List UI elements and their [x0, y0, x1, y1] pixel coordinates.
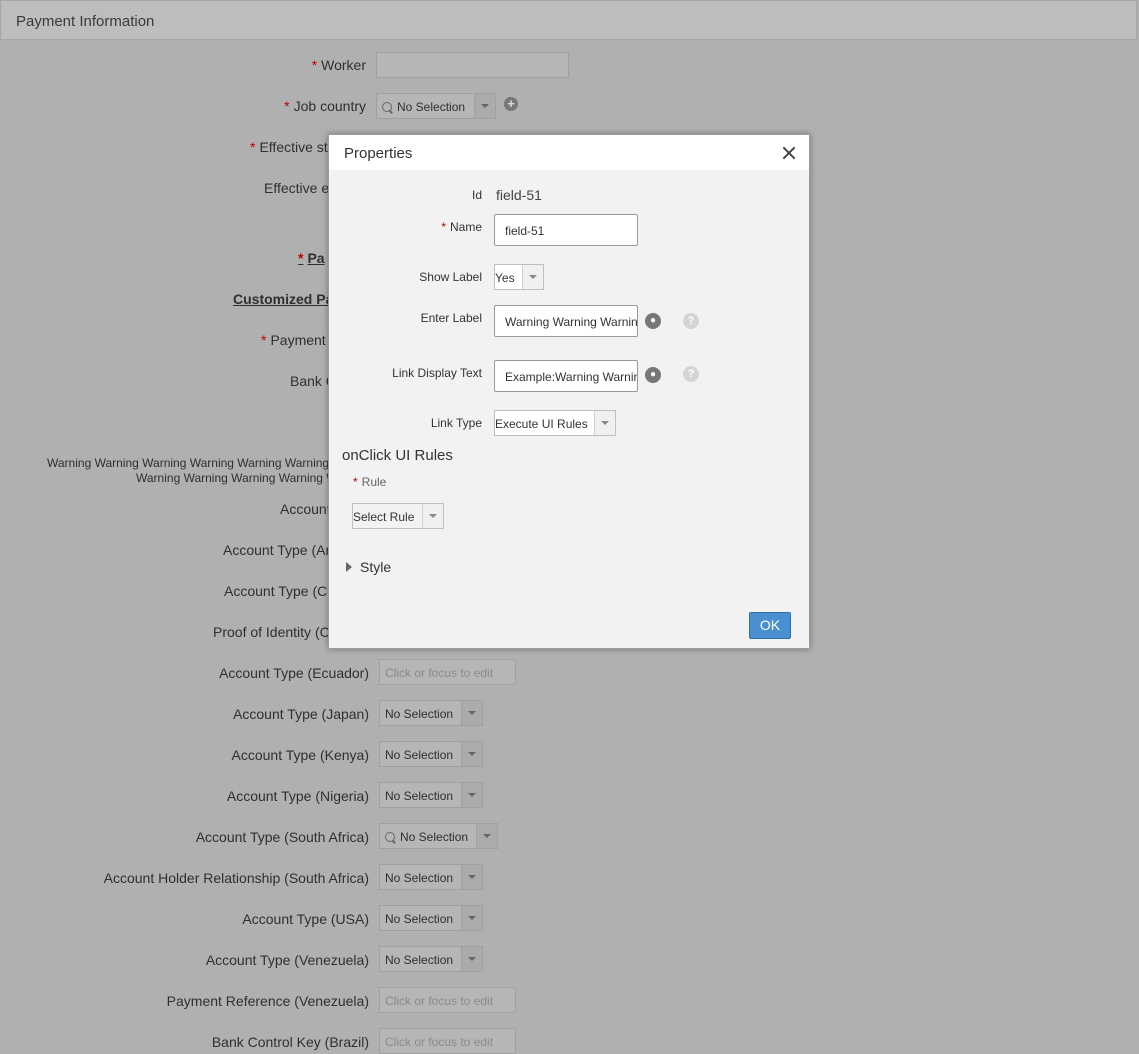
link-type-select[interactable]: Execute UI Rules	[494, 410, 616, 436]
name-label: * Name	[441, 220, 482, 234]
chevron-down-icon	[461, 947, 482, 971]
name-input[interactable]: field-51	[494, 214, 638, 246]
dialog-header: Properties	[329, 135, 809, 170]
chevron-down-icon	[422, 504, 443, 528]
account-type-nigeria-select[interactable]: No Selection	[379, 782, 483, 808]
account-type-japan-label: Account Type (Japan)	[233, 706, 369, 722]
chevron-down-icon	[461, 701, 482, 725]
job-country-label: * Job country	[284, 98, 366, 114]
warning-text-2: Warning Warning Warning Warning W	[136, 471, 338, 485]
account-type-ecuador-input[interactable]: Click or focus to edit	[379, 659, 516, 685]
account-type-japan-select[interactable]: No Selection	[379, 700, 483, 726]
properties-dialog: Properties Id field-51 * Name field-51 Sh…	[328, 134, 810, 649]
warning-text-1: Warning Warning Warning Warning Warning …	[47, 456, 344, 470]
chevron-down-icon	[476, 824, 497, 848]
chevron-down-icon	[461, 783, 482, 807]
help-icon[interactable]: ?	[683, 313, 699, 329]
worker-label: * Worker	[311, 57, 366, 73]
link-display-text-label: Link Display Text	[392, 366, 482, 380]
dialog-title: Properties	[344, 145, 413, 162]
search-icon	[385, 832, 395, 842]
globe-icon[interactable]: ●	[645, 367, 661, 383]
account-label: Account	[280, 501, 331, 517]
style-section-toggle[interactable]: Style	[360, 559, 391, 575]
payment-reference-label: Payment Reference (Venezuela)	[166, 993, 369, 1009]
account-type-southafrica-label: Account Type (South Africa)	[195, 829, 369, 845]
bank-control-key-input[interactable]: Click or focus to edit	[379, 1028, 516, 1054]
add-icon[interactable]: +	[504, 97, 518, 111]
bank-control-key-label: Bank Control Key (Brazil)	[211, 1034, 369, 1050]
enter-label-label: Enter Label	[420, 311, 482, 325]
chevron-down-icon	[461, 865, 482, 889]
payment-method-label: * Payment I	[261, 332, 334, 348]
account-type-usa-select[interactable]: No Selection	[379, 905, 483, 931]
expand-arrow-icon[interactable]	[346, 562, 352, 572]
onclick-ui-rules-title: onClick UI Rules	[342, 447, 453, 464]
show-label-select[interactable]: Yes	[494, 264, 544, 290]
account-type-southafrica-select[interactable]: No Selection	[379, 823, 498, 849]
effective-start-label: * Effective sta	[250, 139, 336, 155]
job-country-select[interactable]: No Selection	[376, 93, 496, 119]
enter-label-input[interactable]: Warning Warning Warning Warning	[494, 305, 638, 337]
id-value: field-51	[496, 187, 542, 203]
rule-label: * Rule	[353, 475, 387, 489]
account-type-co-label: Account Type (Co	[224, 583, 336, 599]
globe-icon[interactable]: ●	[645, 313, 661, 329]
customized-section-link[interactable]: Customized Pa	[233, 291, 333, 307]
account-type-venezuela-label: Account Type (Venezuela)	[205, 952, 369, 968]
holder-relationship-select[interactable]: No Selection	[379, 864, 483, 890]
ok-button[interactable]: OK	[749, 612, 791, 639]
link-type-label: Link Type	[430, 416, 482, 430]
account-type-kenya-label: Account Type (Kenya)	[231, 747, 369, 763]
chevron-down-icon	[461, 906, 482, 930]
search-icon	[382, 102, 392, 112]
holder-relationship-label: Account Holder Relationship (South Afric…	[103, 870, 369, 886]
account-type-usa-label: Account Type (USA)	[242, 911, 369, 927]
page-header: Payment Information	[0, 0, 1137, 40]
worker-input[interactable]	[376, 52, 569, 78]
chevron-down-icon	[461, 742, 482, 766]
chevron-down-icon	[474, 94, 495, 118]
id-label: Id	[471, 188, 482, 202]
close-icon[interactable]	[781, 145, 797, 161]
show-label-label: Show Label	[419, 270, 482, 284]
chevron-down-icon	[522, 265, 543, 289]
rule-select[interactable]: Select Rule	[352, 503, 444, 529]
account-type-ecuador-label: Account Type (Ecuador)	[219, 665, 369, 681]
account-type-nigeria-label: Account Type (Nigeria)	[226, 788, 369, 804]
page-title: Payment Information	[16, 13, 155, 30]
chevron-down-icon	[594, 411, 615, 435]
account-type-arg-label: Account Type (Arg	[223, 542, 338, 558]
payment-reference-input[interactable]: Click or focus to edit	[379, 987, 516, 1013]
help-icon[interactable]: ?	[683, 366, 699, 382]
proof-of-identity-label: Proof of Identity (Co	[213, 624, 338, 640]
link-display-text-input[interactable]: Example:Warning Warning	[494, 360, 638, 392]
effective-end-label: Effective en	[264, 180, 337, 196]
payment-section-link[interactable]: * Pa	[298, 250, 325, 266]
account-type-kenya-select[interactable]: No Selection	[379, 741, 483, 767]
account-type-venezuela-select[interactable]: No Selection	[379, 946, 483, 972]
